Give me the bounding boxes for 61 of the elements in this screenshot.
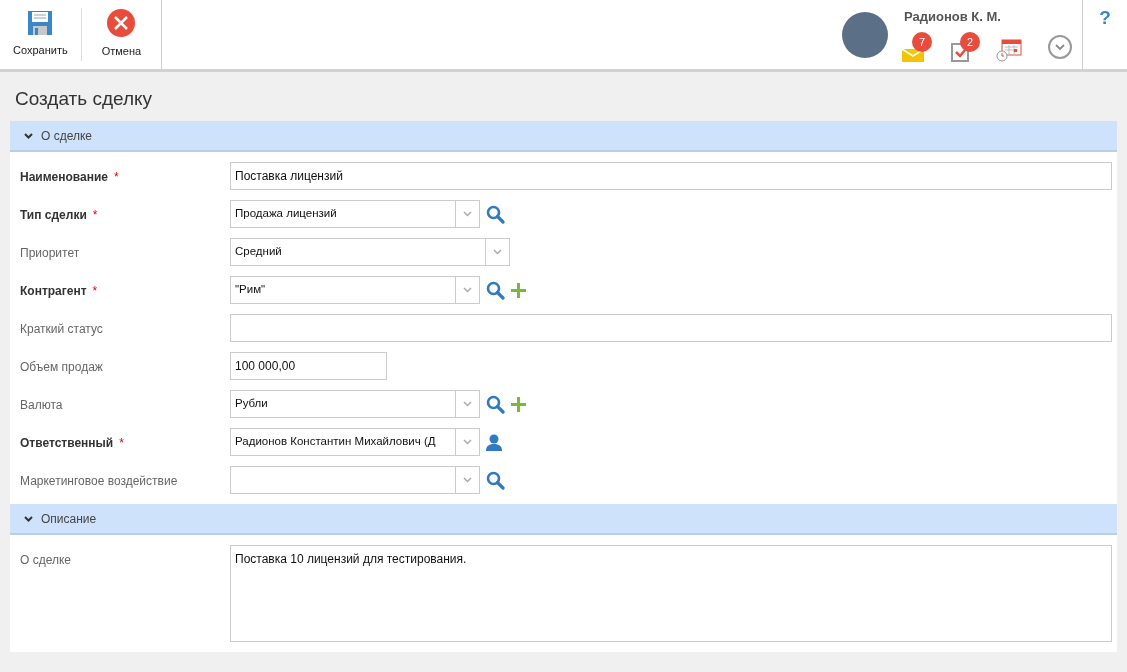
section-header[interactable]: О сделке (10, 121, 1117, 152)
dropdown-field[interactable]: "Рим" (230, 276, 480, 304)
notification-button[interactable]: 7 (902, 32, 936, 63)
chevron-down-icon (463, 477, 472, 483)
search-button[interactable] (486, 204, 505, 224)
field-label: Валюта (20, 397, 63, 414)
avatar (842, 11, 888, 58)
field-label: Приоритет (20, 245, 80, 262)
search-icon (486, 394, 505, 414)
help-button[interactable]: ? (1099, 6, 1111, 30)
chevron-down-icon (463, 439, 472, 445)
chevron-down-icon (1055, 44, 1065, 51)
description-field[interactable]: Поставка 10 лицензий для тестирования. (230, 545, 1112, 642)
field-label: Ответственный (20, 435, 114, 452)
text-field[interactable] (230, 314, 1112, 342)
search-button[interactable] (486, 470, 505, 490)
text-field[interactable]: 100 000,00 (230, 352, 387, 380)
search-button[interactable] (486, 394, 505, 414)
add-button[interactable] (511, 282, 526, 298)
calendar-clock-icon (996, 38, 1022, 63)
chevron-down-icon (24, 515, 33, 522)
envelope-icon (902, 46, 924, 63)
dropdown-field[interactable]: Средний (230, 238, 510, 266)
field-label: Наименование (20, 169, 109, 186)
user-name[interactable]: Радионов К. М. (902, 6, 1072, 27)
dropdown-field[interactable]: Радионов Константин Михайлович (Д (230, 428, 480, 456)
dropdown-field[interactable]: Рубли (230, 390, 480, 418)
search-icon (486, 204, 505, 224)
search-button[interactable] (486, 280, 505, 300)
section-header[interactable]: Описание (10, 504, 1117, 535)
close-icon (107, 9, 136, 38)
add-button[interactable] (511, 396, 526, 412)
chevron-down-icon (493, 249, 502, 255)
user-button[interactable] (486, 433, 502, 451)
plus-icon (511, 396, 526, 412)
chevron-down-icon (24, 132, 33, 139)
field-label: Объем продаж (20, 359, 103, 376)
chevron-down-icon (463, 287, 472, 293)
notification-button[interactable]: 2 (950, 32, 982, 63)
dropdown-button[interactable] (1048, 35, 1072, 60)
required-mark: * (92, 207, 98, 224)
person-icon (486, 433, 502, 451)
plus-icon (511, 282, 526, 298)
field-label: О сделке (20, 552, 71, 569)
text-field[interactable]: Поставка лицензий (230, 162, 1112, 190)
search-icon (486, 470, 505, 490)
field-label: Краткий статус (20, 321, 103, 338)
search-icon (486, 280, 505, 300)
required-mark: * (114, 169, 119, 186)
count-badge: 2 (960, 32, 980, 53)
field-label: Маркетинговое воздействие (20, 473, 178, 490)
required-mark: * (92, 283, 98, 300)
page-title: Создать сделку (14, 87, 154, 111)
dropdown-field[interactable]: Продажа лицензий (230, 200, 480, 228)
field-label: Тип сделки (20, 207, 87, 224)
required-mark: * (119, 435, 124, 452)
count-badge: 7 (912, 32, 932, 53)
field-label: Контрагент (20, 283, 87, 300)
chevron-down-icon (463, 401, 472, 407)
dropdown-field[interactable] (230, 466, 480, 494)
chevron-down-icon (463, 211, 472, 217)
